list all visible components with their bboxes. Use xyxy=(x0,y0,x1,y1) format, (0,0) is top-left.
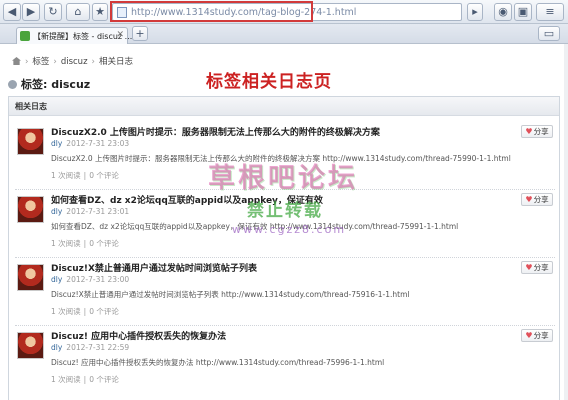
comment-count[interactable]: 0 个评论 xyxy=(89,171,119,180)
home-icon[interactable] xyxy=(12,57,21,65)
post-author[interactable]: dly xyxy=(51,275,62,284)
post-date: 2012-7-31 23:00 xyxy=(66,275,130,284)
menu-button[interactable]: ≡ xyxy=(536,3,564,21)
tab-bar: 【新提醒】标签 - discuz ... ✕ + ▭ xyxy=(0,24,568,44)
tab-list-icon: ▭ xyxy=(543,27,555,40)
divider xyxy=(15,257,555,258)
refresh-button[interactable]: ↻ xyxy=(44,3,62,21)
share-label: 分享 xyxy=(533,127,549,136)
post-title[interactable]: Discuz! 应用中心插件授权丢失的恢复办法 xyxy=(51,329,226,342)
post-summary: Discuz! 应用中心插件授权丢失的恢复办法 http://www.1314s… xyxy=(51,358,385,367)
home-button[interactable]: ⌂ xyxy=(66,3,90,21)
shield-button[interactable]: ◉ xyxy=(494,3,512,21)
breadcrumb-item[interactable]: 相关日志 xyxy=(99,57,133,67)
watermark-subtitle: 禁止转载 xyxy=(247,201,323,221)
plus-icon: + xyxy=(135,27,145,40)
post-stats: 1 次阅读 | 0 个评论 xyxy=(51,171,119,180)
watermark-url: www.cgzz8.com xyxy=(232,223,347,236)
home-icon: ⌂ xyxy=(74,5,82,18)
share-label: 分享 xyxy=(533,331,549,340)
divider xyxy=(15,325,555,326)
annotation-label: 标签相关日志页 xyxy=(206,72,332,92)
share-label: 分享 xyxy=(533,263,549,272)
post-stats: 1 次阅读 | 0 个评论 xyxy=(51,375,119,384)
view-count[interactable]: 1 次阅读 xyxy=(51,307,81,316)
forward-button[interactable]: ▶ xyxy=(22,3,40,21)
site-favicon-icon xyxy=(20,31,30,41)
bookmark-button[interactable]: ★ xyxy=(92,3,108,21)
tab-active[interactable]: 【新提醒】标签 - discuz ... ✕ xyxy=(16,27,132,44)
post-title[interactable]: DiscuzX2.0 上传图片时提示：服务器限制无法上传那么大的附件的终极解决方… xyxy=(51,125,380,138)
post-title[interactable]: Discuz!X禁止普通用户通过发帖时间浏览帖子列表 xyxy=(51,261,257,274)
breadcrumb: › 标签 › discuz › 相关日志 xyxy=(12,55,133,67)
watermark-title: 草根吧论坛 xyxy=(208,163,358,194)
related-logs-panel: 相关日志 DiscuzX2.0 上传图片时提示：服务器限制无法上传那么大的附件的… xyxy=(8,96,560,400)
arrow-left-icon: ◀ xyxy=(7,5,17,18)
list-item: Discuz! 应用中心插件授权丢失的恢复办法 dly 2012-7-31 22:… xyxy=(15,329,555,391)
post-author[interactable]: dly xyxy=(51,343,62,352)
comment-count[interactable]: 0 个评论 xyxy=(89,375,119,384)
close-tab-icon[interactable]: ✕ xyxy=(116,30,124,40)
share-button[interactable]: ♥分享 xyxy=(521,193,553,206)
breadcrumb-item[interactable]: 标签 xyxy=(32,57,49,67)
post-stats: 1 次阅读 | 0 个评论 xyxy=(51,307,119,316)
tab-list-button[interactable]: ▭ xyxy=(538,26,560,41)
avatar[interactable] xyxy=(17,332,44,359)
post-summary: Discuz!X禁止普通用户通过发帖时间浏览帖子列表 http://www.13… xyxy=(51,290,410,299)
tag-icon xyxy=(8,80,17,89)
heart-icon: ♥ xyxy=(525,195,533,204)
browser-toolbar: ◀ ▶ ↻ ⌂ ★ http://www.1314study.com/tag-b… xyxy=(0,0,568,24)
comment-count[interactable]: 0 个评论 xyxy=(89,307,119,316)
shield-icon: ◉ xyxy=(498,5,508,18)
post-meta: dly 2012-7-31 23:01 xyxy=(51,207,129,216)
avatar[interactable] xyxy=(17,196,44,223)
view-count[interactable]: 1 次阅读 xyxy=(51,239,81,248)
post-author[interactable]: dly xyxy=(51,207,62,216)
post-date: 2012-7-31 23:03 xyxy=(66,139,130,148)
scrollbar[interactable] xyxy=(564,44,568,400)
extension-icon: ▣ xyxy=(517,5,529,18)
view-count[interactable]: 1 次阅读 xyxy=(51,375,81,384)
post-stats: 1 次阅读 | 0 个评论 xyxy=(51,239,119,248)
heart-icon: ♥ xyxy=(525,331,533,340)
panel-title: 相关日志 xyxy=(9,97,559,116)
back-button[interactable]: ◀ xyxy=(3,3,21,21)
post-meta: dly 2012-7-31 23:03 xyxy=(51,139,129,148)
view-count[interactable]: 1 次阅读 xyxy=(51,171,81,180)
page-title: 标签: discuz xyxy=(8,76,90,92)
share-button[interactable]: ♥分享 xyxy=(521,329,553,342)
url-highlight-box xyxy=(110,1,313,22)
post-date: 2012-7-31 23:01 xyxy=(66,207,130,216)
refresh-icon: ↻ xyxy=(48,5,58,18)
heart-icon: ♥ xyxy=(525,263,533,272)
heart-icon: ♥ xyxy=(525,127,533,136)
arrow-right-icon: ▶ xyxy=(26,5,36,18)
comment-count[interactable]: 0 个评论 xyxy=(89,239,119,248)
go-button[interactable]: ▸ xyxy=(467,3,483,21)
share-label: 分享 xyxy=(533,195,549,204)
star-icon: ★ xyxy=(95,5,105,18)
post-meta: dly 2012-7-31 22:59 xyxy=(51,343,129,352)
page-title-text: 标签: discuz xyxy=(21,78,91,91)
arrow-right-icon: ▸ xyxy=(472,5,478,18)
avatar[interactable] xyxy=(17,128,44,155)
new-tab-button[interactable]: + xyxy=(132,26,148,41)
avatar[interactable] xyxy=(17,264,44,291)
share-button[interactable]: ♥分享 xyxy=(521,261,553,274)
post-date: 2012-7-31 22:59 xyxy=(66,343,130,352)
menu-icon: ≡ xyxy=(545,5,555,18)
post-meta: dly 2012-7-31 23:00 xyxy=(51,275,129,284)
post-author[interactable]: dly xyxy=(51,139,62,148)
share-button[interactable]: ♥分享 xyxy=(521,125,553,138)
breadcrumb-item[interactable]: discuz xyxy=(61,57,88,67)
extension-button[interactable]: ▣ xyxy=(514,3,532,21)
list-item: Discuz!X禁止普通用户通过发帖时间浏览帖子列表 dly 2012-7-31 … xyxy=(15,261,555,323)
